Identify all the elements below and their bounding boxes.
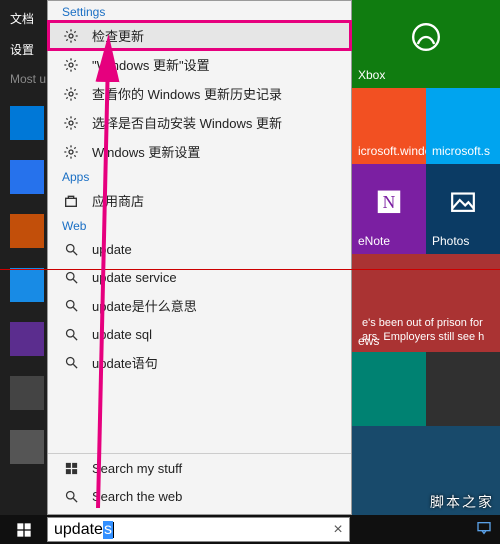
result-label: 选择是否自动安装 Windows 更新 xyxy=(92,113,337,132)
taskbar-search-box[interactable]: updates × xyxy=(47,517,350,542)
search-icon xyxy=(62,297,80,315)
tile-generic[interactable] xyxy=(426,352,500,426)
result-update-settings[interactable]: "Windows 更新"设置 xyxy=(48,50,351,79)
search-icon xyxy=(62,487,80,505)
tile-label: Photos xyxy=(432,234,494,248)
pinned-app-icon[interactable] xyxy=(10,430,44,464)
search-results-panel: Settings 检查更新 "Windows 更新"设置 查看你的 Window… xyxy=(47,0,352,515)
gear-icon xyxy=(62,27,80,45)
tile-label: microsoft.s xyxy=(432,144,494,158)
pinned-app-icon[interactable] xyxy=(10,106,44,140)
result-label: 检查更新 xyxy=(92,26,337,45)
search-icon xyxy=(62,325,80,343)
pinned-app-icon[interactable] xyxy=(10,160,44,194)
result-winupdate-settings[interactable]: Windows 更新设置 xyxy=(48,137,351,166)
result-web[interactable]: update是什么意思 xyxy=(48,291,351,320)
onenote-icon: N xyxy=(374,187,404,224)
tile-microsoft[interactable]: icrosoft.windo xyxy=(352,88,426,164)
start-left-column: 文档 设置 Most u xyxy=(0,0,47,515)
start-left-item[interactable]: 文档 xyxy=(10,10,34,27)
most-used-label: Most u xyxy=(10,72,46,86)
result-update-history[interactable]: 查看你的 Windows 更新历史记录 xyxy=(48,79,351,108)
result-label: "Windows 更新"设置 xyxy=(92,55,337,74)
result-store[interactable]: 应用商店 xyxy=(48,186,351,215)
tile-photos[interactable]: Photos xyxy=(426,164,500,254)
result-label: Windows 更新设置 xyxy=(92,142,337,161)
xbox-icon xyxy=(412,23,440,58)
tile-label: eNote xyxy=(358,234,420,248)
action-center-icon[interactable] xyxy=(476,520,492,539)
result-label: update xyxy=(92,242,337,257)
taskbar: updates × xyxy=(0,515,500,544)
tile-label: Xbox xyxy=(358,68,494,82)
tile-generic[interactable] xyxy=(352,352,426,426)
result-label: update是什么意思 xyxy=(92,296,337,315)
result-web[interactable]: update语句 xyxy=(48,348,351,377)
gear-icon xyxy=(62,143,80,161)
tile-label: ews xyxy=(358,334,379,348)
svg-text:N: N xyxy=(383,192,396,212)
photos-icon xyxy=(450,189,476,222)
search-the-web[interactable]: Search the web xyxy=(48,482,351,510)
search-utility: Search my stuff Search the web xyxy=(48,453,351,514)
result-web[interactable]: update service xyxy=(48,263,351,291)
search-my-stuff-label: Search my stuff xyxy=(92,461,337,476)
tile-xbox[interactable]: Xbox xyxy=(352,0,500,88)
search-my-stuff[interactable]: Search my stuff xyxy=(48,454,351,482)
search-the-web-label: Search the web xyxy=(92,489,337,504)
windows-icon xyxy=(62,459,80,477)
result-web[interactable]: update xyxy=(48,235,351,263)
clear-search-button[interactable]: × xyxy=(327,521,349,539)
tile-onenote[interactable]: N eNote xyxy=(352,164,426,254)
section-header-apps: Apps xyxy=(48,166,351,186)
pinned-app-icon[interactable] xyxy=(10,268,44,302)
gear-icon xyxy=(62,56,80,74)
pinned-app-icon[interactable] xyxy=(10,376,44,410)
gear-icon xyxy=(62,114,80,132)
result-label: update service xyxy=(92,270,337,285)
section-header-settings: Settings xyxy=(48,1,351,21)
result-label: 查看你的 Windows 更新历史记录 xyxy=(92,84,337,103)
result-label: 应用商店 xyxy=(92,191,337,210)
result-label: update语句 xyxy=(92,353,337,372)
store-icon xyxy=(62,192,80,210)
tile-label: icrosoft.windo xyxy=(358,144,420,158)
tile-microsoft[interactable]: microsoft.s xyxy=(426,88,500,164)
watermark: 脚本之家 xyxy=(430,492,494,512)
result-auto-install[interactable]: 选择是否自动安装 Windows 更新 xyxy=(48,108,351,137)
system-tray xyxy=(476,520,500,539)
start-button[interactable] xyxy=(0,515,47,544)
tile-news[interactable]: e's been out of prison for ars. Employer… xyxy=(352,254,500,352)
text-caret xyxy=(113,522,114,538)
search-icon xyxy=(62,268,80,286)
section-header-web: Web xyxy=(48,215,351,235)
search-text-typed: update xyxy=(48,521,103,539)
result-web[interactable]: update sql xyxy=(48,320,351,348)
result-check-updates[interactable]: 检查更新 xyxy=(48,21,351,50)
pinned-app-icon[interactable] xyxy=(10,214,44,248)
search-icon xyxy=(62,240,80,258)
gear-icon xyxy=(62,85,80,103)
pinned-app-icon[interactable] xyxy=(10,322,44,356)
start-left-item[interactable]: 设置 xyxy=(10,41,34,58)
result-label: update sql xyxy=(92,327,337,342)
search-icon xyxy=(62,354,80,372)
start-tiles: Xbox icrosoft.windo microsoft.s N eNote … xyxy=(352,0,500,515)
search-text-selected: s xyxy=(103,521,113,539)
